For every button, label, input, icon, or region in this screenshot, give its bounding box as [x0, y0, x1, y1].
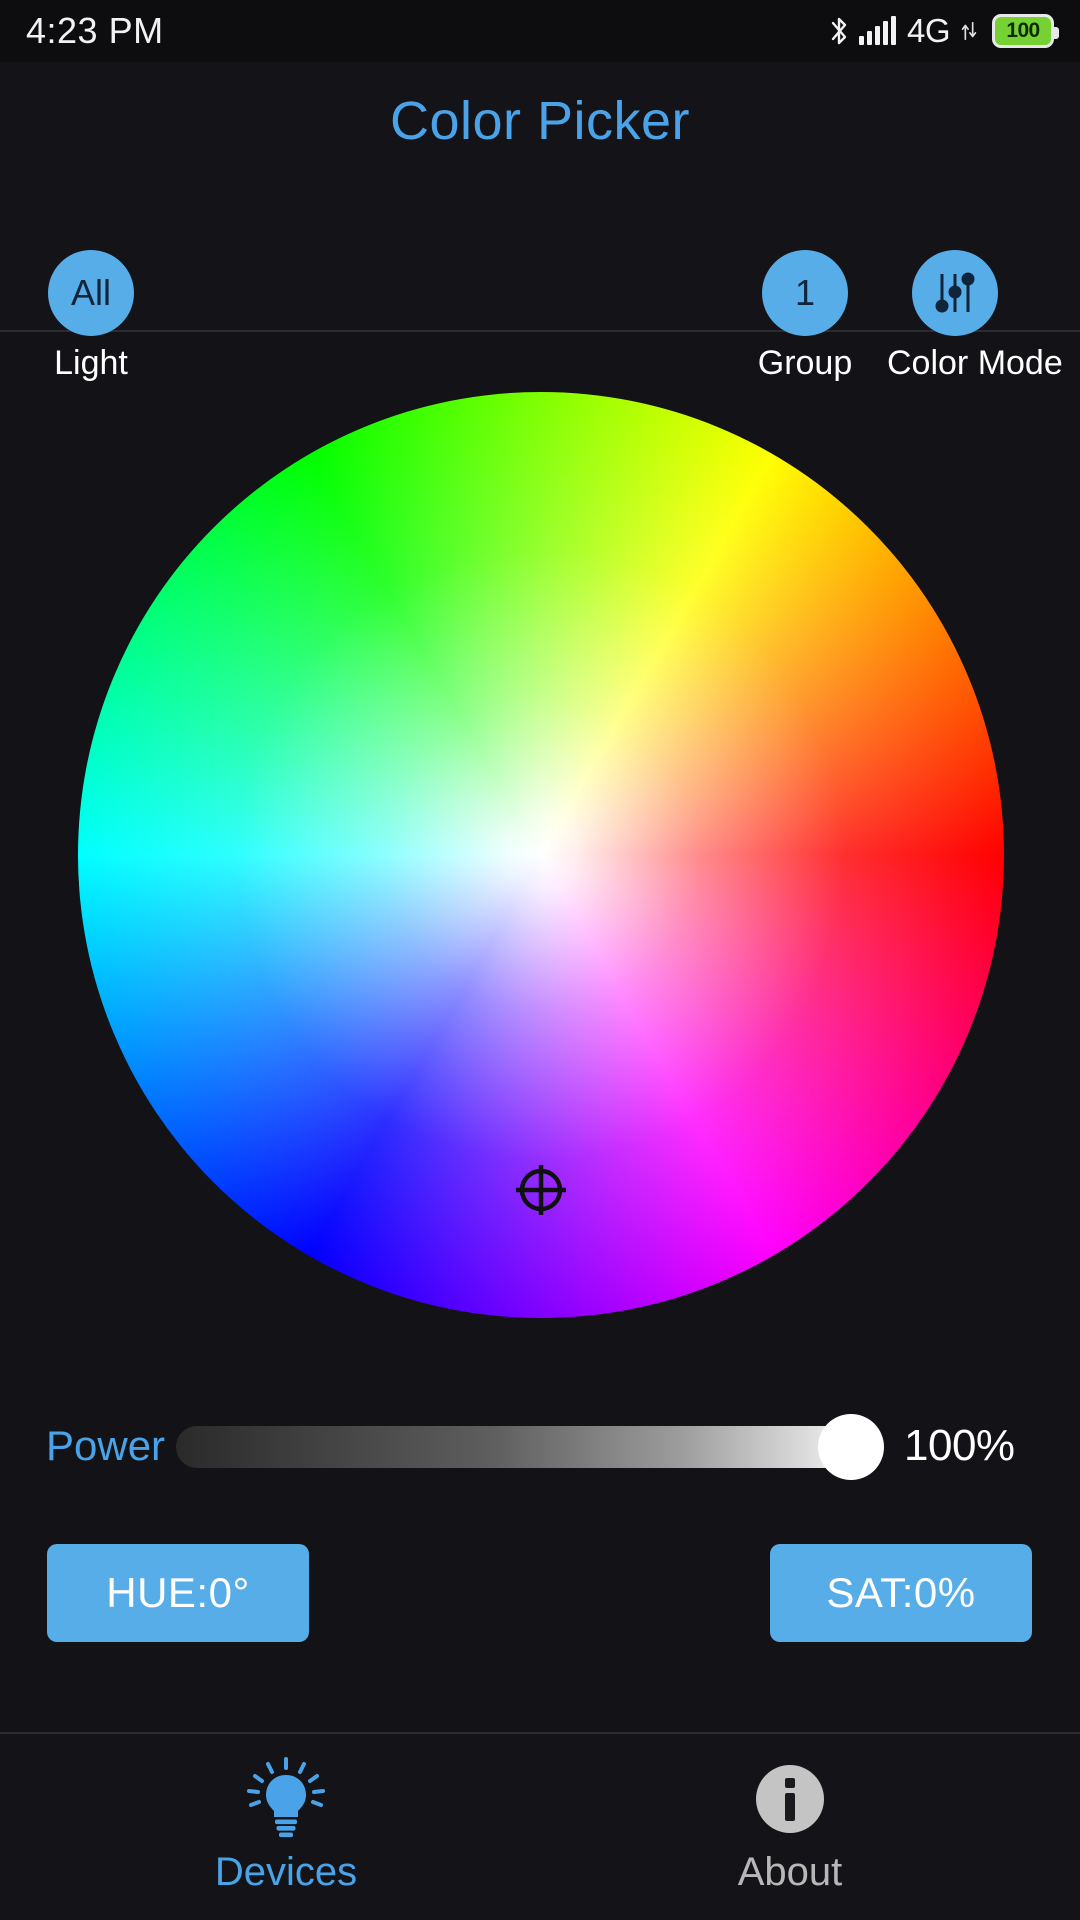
battery-indicator: 100 — [992, 14, 1059, 48]
nav-label-devices: Devices — [214, 1850, 358, 1894]
bottom-navigation: Devices About — [0, 1732, 1080, 1920]
hue-button[interactable]: HUE:0° — [47, 1544, 309, 1642]
color-wheel-area — [0, 334, 1080, 1344]
all-lights-icon[interactable]: All — [48, 250, 134, 336]
light-selector-value: All — [70, 272, 111, 313]
group-number-icon[interactable]: 1 — [762, 250, 848, 336]
app-header: Color Picker All Light 1 Group Color Mod… — [0, 62, 1080, 382]
power-slider-track[interactable] — [176, 1426, 876, 1468]
status-time: 4:23 PM — [26, 10, 164, 51]
page-title: Color Picker — [389, 91, 691, 151]
nav-item-about[interactable]: About — [660, 1756, 920, 1895]
status-bar: 4:23 PM 4G 100 — [0, 0, 1080, 62]
network-type-label: 4G — [906, 12, 951, 49]
power-label: Power — [46, 1422, 166, 1469]
saturation-button[interactable]: SAT:0% — [770, 1544, 1032, 1642]
data-transfer-icon — [961, 21, 977, 41]
sliders-glyph — [935, 272, 975, 313]
power-value-label: 100% — [904, 1421, 1015, 1470]
power-slider[interactable] — [176, 1398, 884, 1494]
bluetooth-icon — [831, 17, 847, 45]
lightbulb-icon — [156, 1756, 416, 1842]
signal-bars-icon — [858, 16, 896, 45]
readout-row: HUE:0° SAT:0% — [0, 1544, 1080, 1644]
power-slider-row: Power 100% — [0, 1398, 1080, 1494]
nav-item-devices[interactable]: Devices — [156, 1756, 416, 1895]
app-screen: 4:23 PM 4G 100 Color Picker All Light 1 … — [0, 0, 1080, 1920]
battery-percent-label: 100 — [1006, 19, 1040, 42]
status-indicators: 4G 100 — [828, 12, 1059, 50]
group-selector-value: 1 — [794, 272, 816, 313]
power-slider-thumb[interactable] — [818, 1414, 884, 1480]
sliders-icon[interactable] — [912, 250, 998, 336]
info-circle-icon — [660, 1756, 920, 1842]
nav-label-about: About — [737, 1850, 843, 1894]
